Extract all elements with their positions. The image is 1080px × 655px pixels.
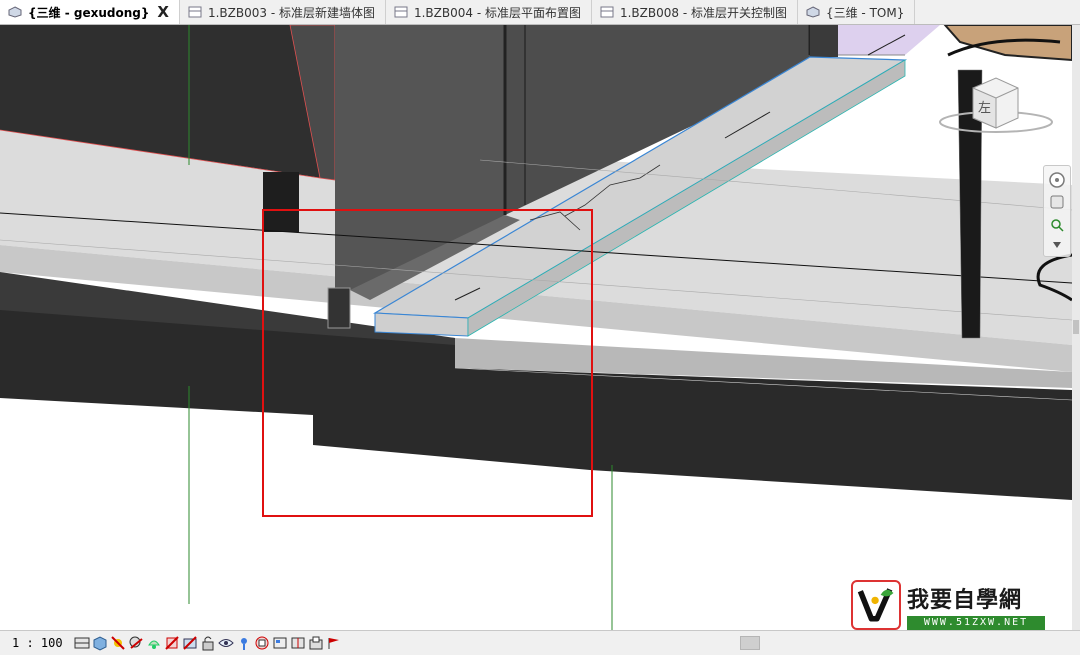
detail-level-icon[interactable] [74,635,90,651]
shadows-icon[interactable] [128,635,144,651]
worksharing-icon[interactable] [254,635,270,651]
tab-label: 1.BZB004 - 标准层平面布置图 [413,5,581,20]
wall-cap [810,25,838,57]
tab-label: 1.BZB003 - 标准层新建墙体图 [207,5,375,20]
nav-menu-icon[interactable] [1053,242,1061,248]
floor-plan-icon [188,6,202,18]
view-scale[interactable]: 1 : 100 [12,636,74,650]
design-options-icon[interactable] [272,635,288,651]
vertical-scroll-thumb[interactable] [1073,320,1079,334]
3d-view-icon [8,6,22,18]
watermark-logo-icon [851,580,901,630]
show-crop-icon[interactable] [182,635,198,651]
crop-view-icon[interactable] [164,635,180,651]
steering-wheel-icon[interactable] [1049,172,1065,188]
furniture-top [838,25,940,55]
unlock-3d-icon[interactable] [200,635,216,651]
temporary-hide-icon[interactable] [218,635,234,651]
tab-label: 1.BZB008 - 标准层开关控制图 [619,5,787,20]
tab-label: {三维 - gexudong} [28,5,150,20]
tab-bzb008[interactable]: 1.BZB008 - 标准层开关控制图 [592,0,798,24]
horizontal-scrollbar[interactable] [432,633,1072,650]
constraints-icon[interactable] [326,635,342,651]
profile-post [327,287,351,329]
model-canvas [0,25,1072,630]
view-cube-face-label: 左 [978,101,991,116]
watermark-title: 我要自學網 [907,587,1023,613]
watermark-url: WWW.51ZXW.NET [907,616,1045,630]
3d-model-viewport[interactable] [0,25,1072,630]
close-tab-icon[interactable]: X [157,3,169,21]
render-icon[interactable] [146,635,162,651]
tab-3d-gexudong[interactable]: {三维 - gexudong} X [0,0,180,24]
vertical-scrollbar[interactable] [1072,25,1080,630]
floor-plan-icon [600,6,614,18]
visual-style-icon[interactable] [92,635,108,651]
view-tab-bar: {三维 - gexudong} X 1.BZB003 - 标准层新建墙体图 1.… [0,0,1080,25]
3d-view-icon [806,6,820,18]
tab-bzb003[interactable]: 1.BZB003 - 标准层新建墙体图 [180,0,386,24]
floor-plan-icon [394,6,408,18]
horizontal-scroll-thumb[interactable] [740,636,760,650]
view-cube[interactable]: 左 [938,66,1054,146]
site-watermark: 我要自學網 WWW.51ZXW.NET [851,580,1048,632]
tab-3d-tom[interactable]: {三维 - TOM} [798,0,916,24]
cabinet-leg [263,172,299,232]
pan-icon[interactable] [1050,195,1064,209]
navigation-bar [1043,165,1071,257]
tab-bzb004[interactable]: 1.BZB004 - 标准层平面布置图 [386,0,592,24]
highlight-displacement-icon[interactable] [308,635,324,651]
analytical-model-icon[interactable] [290,635,306,651]
zoom-icon[interactable] [1051,219,1064,232]
sun-path-icon[interactable] [110,635,126,651]
reveal-hidden-icon[interactable] [236,635,252,651]
tab-label: {三维 - TOM} [825,5,905,20]
